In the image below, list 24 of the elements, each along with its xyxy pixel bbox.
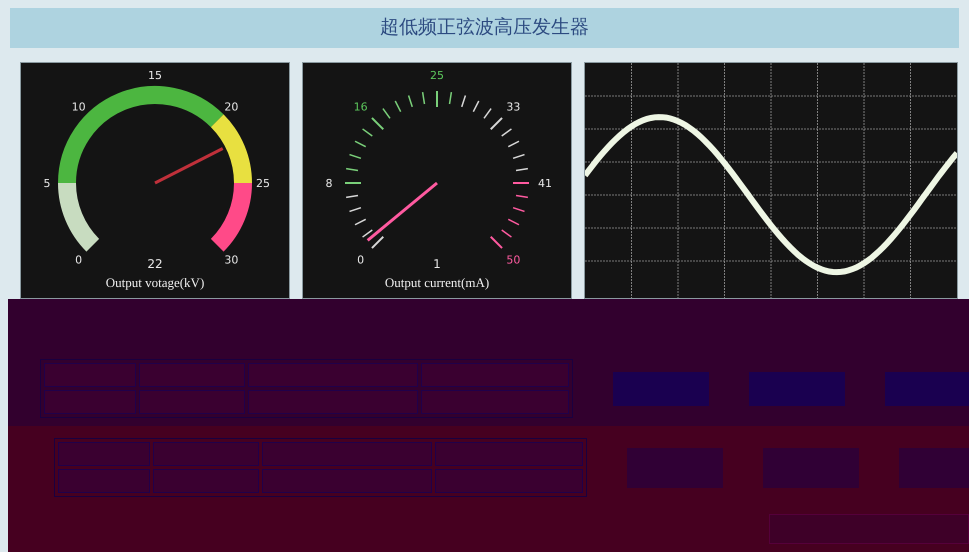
gauge-label: Output votage(kV): [106, 275, 204, 290]
gauge-tick-label: 0: [75, 253, 82, 266]
gauge-tick-label: 5: [44, 177, 50, 190]
gauge-tick-label: 20: [224, 100, 238, 114]
gauge-reading: 22: [147, 257, 163, 271]
gauge-tick-label: 16: [354, 100, 368, 114]
gauge-tick-label: 8: [326, 177, 332, 190]
gauge-tick-label: 33: [506, 100, 520, 114]
button[interactable]: [885, 372, 969, 406]
gauge-tick-label: 41: [538, 177, 552, 190]
button[interactable]: [749, 372, 845, 406]
gauge-needle: [366, 182, 438, 242]
gauge-needle: [154, 147, 224, 184]
gauge-tick-label: 10: [72, 100, 86, 114]
gauge-tick-label: 30: [224, 253, 238, 266]
gauge-tick-label: 50: [506, 253, 520, 266]
button[interactable]: [613, 372, 709, 406]
gauge-reading: 1: [433, 257, 441, 271]
window-title: 超低频正弦波高压发生器: [380, 16, 589, 40]
gauge-tick-label: 25: [430, 69, 444, 82]
gauge-label: Output current(mA): [384, 275, 490, 290]
gauge-tick-label: 0: [357, 253, 364, 266]
gauge-tick-label: 25: [256, 177, 270, 190]
gauge-tick-label: 15: [148, 69, 162, 82]
